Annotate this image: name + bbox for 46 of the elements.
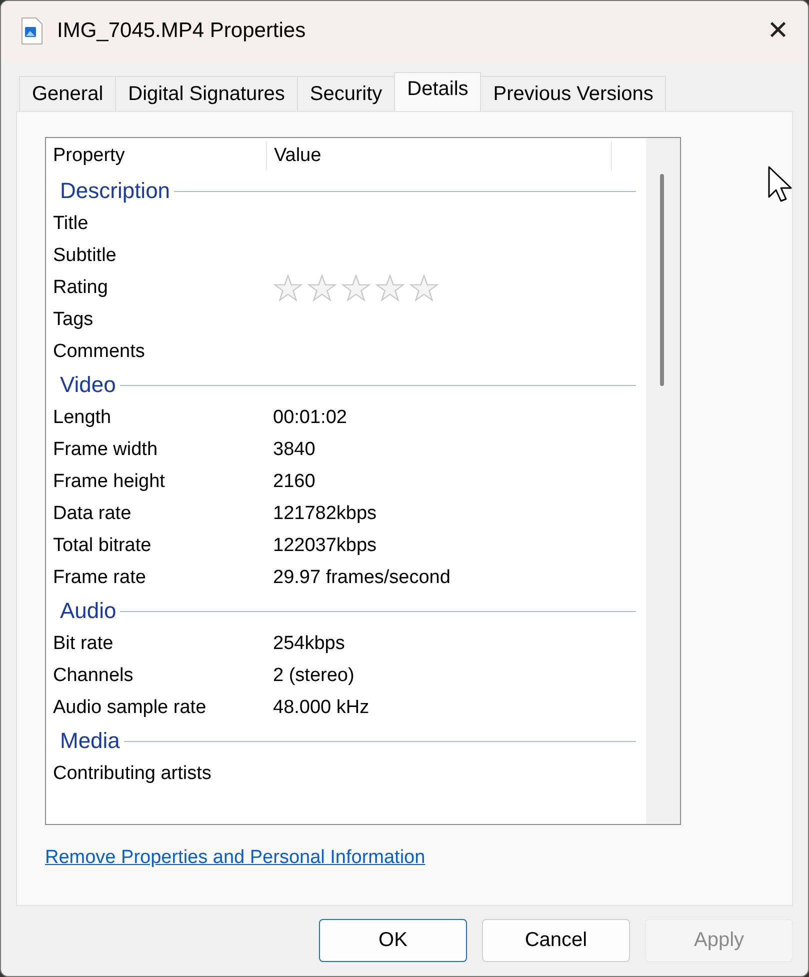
property-value: 121782kbps bbox=[273, 503, 377, 525]
property-value: 00:01:02 bbox=[273, 407, 347, 429]
property-name: Subtitle bbox=[53, 245, 118, 267]
dialog-button[interactable]: Cancel bbox=[482, 919, 630, 962]
dialog-button[interactable]: OK bbox=[319, 919, 467, 962]
property-name: Frame width bbox=[53, 439, 159, 461]
window-title: IMG_7045.MP4 Properties bbox=[57, 19, 306, 43]
column-header[interactable]: Property bbox=[53, 141, 267, 171]
video-file-icon bbox=[21, 17, 43, 45]
remove-properties-link[interactable]: Remove Properties and Personal Information bbox=[45, 847, 426, 869]
property-name: Frame rate bbox=[53, 567, 147, 589]
property-value: 3840 bbox=[273, 439, 316, 461]
property-name: Data rate bbox=[53, 503, 132, 525]
property-value: 29.97 frames/second bbox=[273, 567, 450, 589]
star-icon[interactable] bbox=[273, 274, 303, 302]
scrollbar[interactable] bbox=[646, 138, 680, 824]
property-name: Channels bbox=[53, 665, 134, 687]
property-value: 2 (stereo) bbox=[273, 665, 354, 687]
property-name: Audio sample rate bbox=[53, 697, 208, 719]
property-name: Frame height bbox=[53, 471, 166, 493]
group-header: Media bbox=[59, 728, 121, 754]
property-name: Length bbox=[53, 407, 112, 429]
property-value: 122037kbps bbox=[273, 535, 377, 557]
star-icon[interactable] bbox=[409, 274, 439, 302]
property-name: Rating bbox=[53, 277, 109, 299]
property-value: 2160 bbox=[273, 471, 316, 493]
property-name: Title bbox=[53, 213, 90, 235]
property-value: 254kbps bbox=[273, 633, 345, 655]
tab[interactable]: General bbox=[19, 76, 116, 111]
property-name: Contributing artists bbox=[53, 763, 212, 785]
tab[interactable]: Previous Versions bbox=[480, 76, 666, 111]
star-icon[interactable] bbox=[375, 274, 405, 302]
property-value: 48.000 kHz bbox=[273, 697, 370, 719]
group-header: Description bbox=[59, 178, 172, 204]
property-name: Comments bbox=[53, 341, 146, 363]
tab[interactable]: Details bbox=[394, 72, 482, 111]
group-header: Audio bbox=[59, 598, 118, 624]
scrollbar-thumb[interactable] bbox=[660, 174, 664, 386]
star-icon[interactable] bbox=[341, 274, 371, 302]
property-name: Bit rate bbox=[53, 633, 114, 655]
star-icon[interactable] bbox=[307, 274, 337, 302]
column-header[interactable]: Value bbox=[267, 141, 612, 171]
property-name: Tags bbox=[53, 309, 94, 331]
close-button[interactable]: ✕ bbox=[748, 1, 808, 61]
property-name: Total bitrate bbox=[53, 535, 152, 557]
group-header: Video bbox=[59, 372, 117, 398]
